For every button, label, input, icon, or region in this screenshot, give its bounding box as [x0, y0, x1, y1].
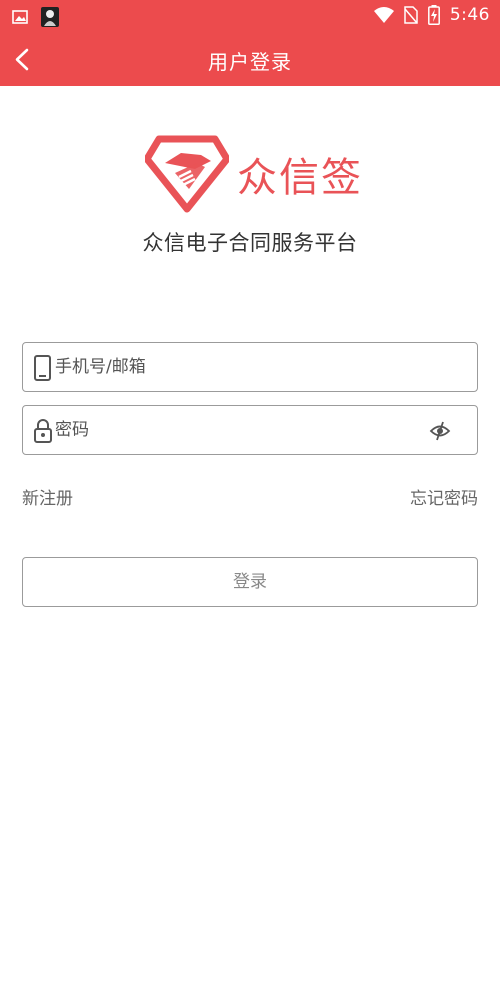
no-sim-icon [404, 6, 418, 24]
battery-charging-icon [427, 5, 440, 25]
eye-off-icon[interactable] [429, 420, 451, 442]
lock-icon [34, 419, 52, 443]
status-bar-system: 5:46 [373, 5, 490, 25]
brand-name: 众信签 [237, 155, 363, 201]
app-bar: 用户登录 [0, 33, 500, 86]
account-field[interactable] [22, 342, 478, 392]
page-title: 用户登录 [208, 50, 292, 74]
forgot-password-link[interactable]: 忘记密码 [410, 484, 478, 509]
login-button[interactable]: 登录 [22, 557, 478, 607]
status-bar-notifications [12, 6, 60, 28]
brand-logo: 众信签 [143, 133, 375, 213]
phone-icon [34, 355, 51, 381]
account-input[interactable] [55, 351, 435, 383]
image-notification-icon [12, 10, 28, 24]
status-time: 5:46 [449, 5, 490, 25]
handshake-diamond-icon [143, 135, 231, 213]
wifi-icon [373, 7, 394, 23]
register-link[interactable]: 新注册 [22, 484, 73, 509]
brand-subtitle: 众信电子合同服务平台 [142, 231, 358, 255]
app-notification-icon [41, 7, 59, 27]
password-field[interactable] [22, 405, 478, 455]
password-input[interactable] [55, 414, 435, 446]
status-bar: 5:46 [0, 0, 500, 33]
